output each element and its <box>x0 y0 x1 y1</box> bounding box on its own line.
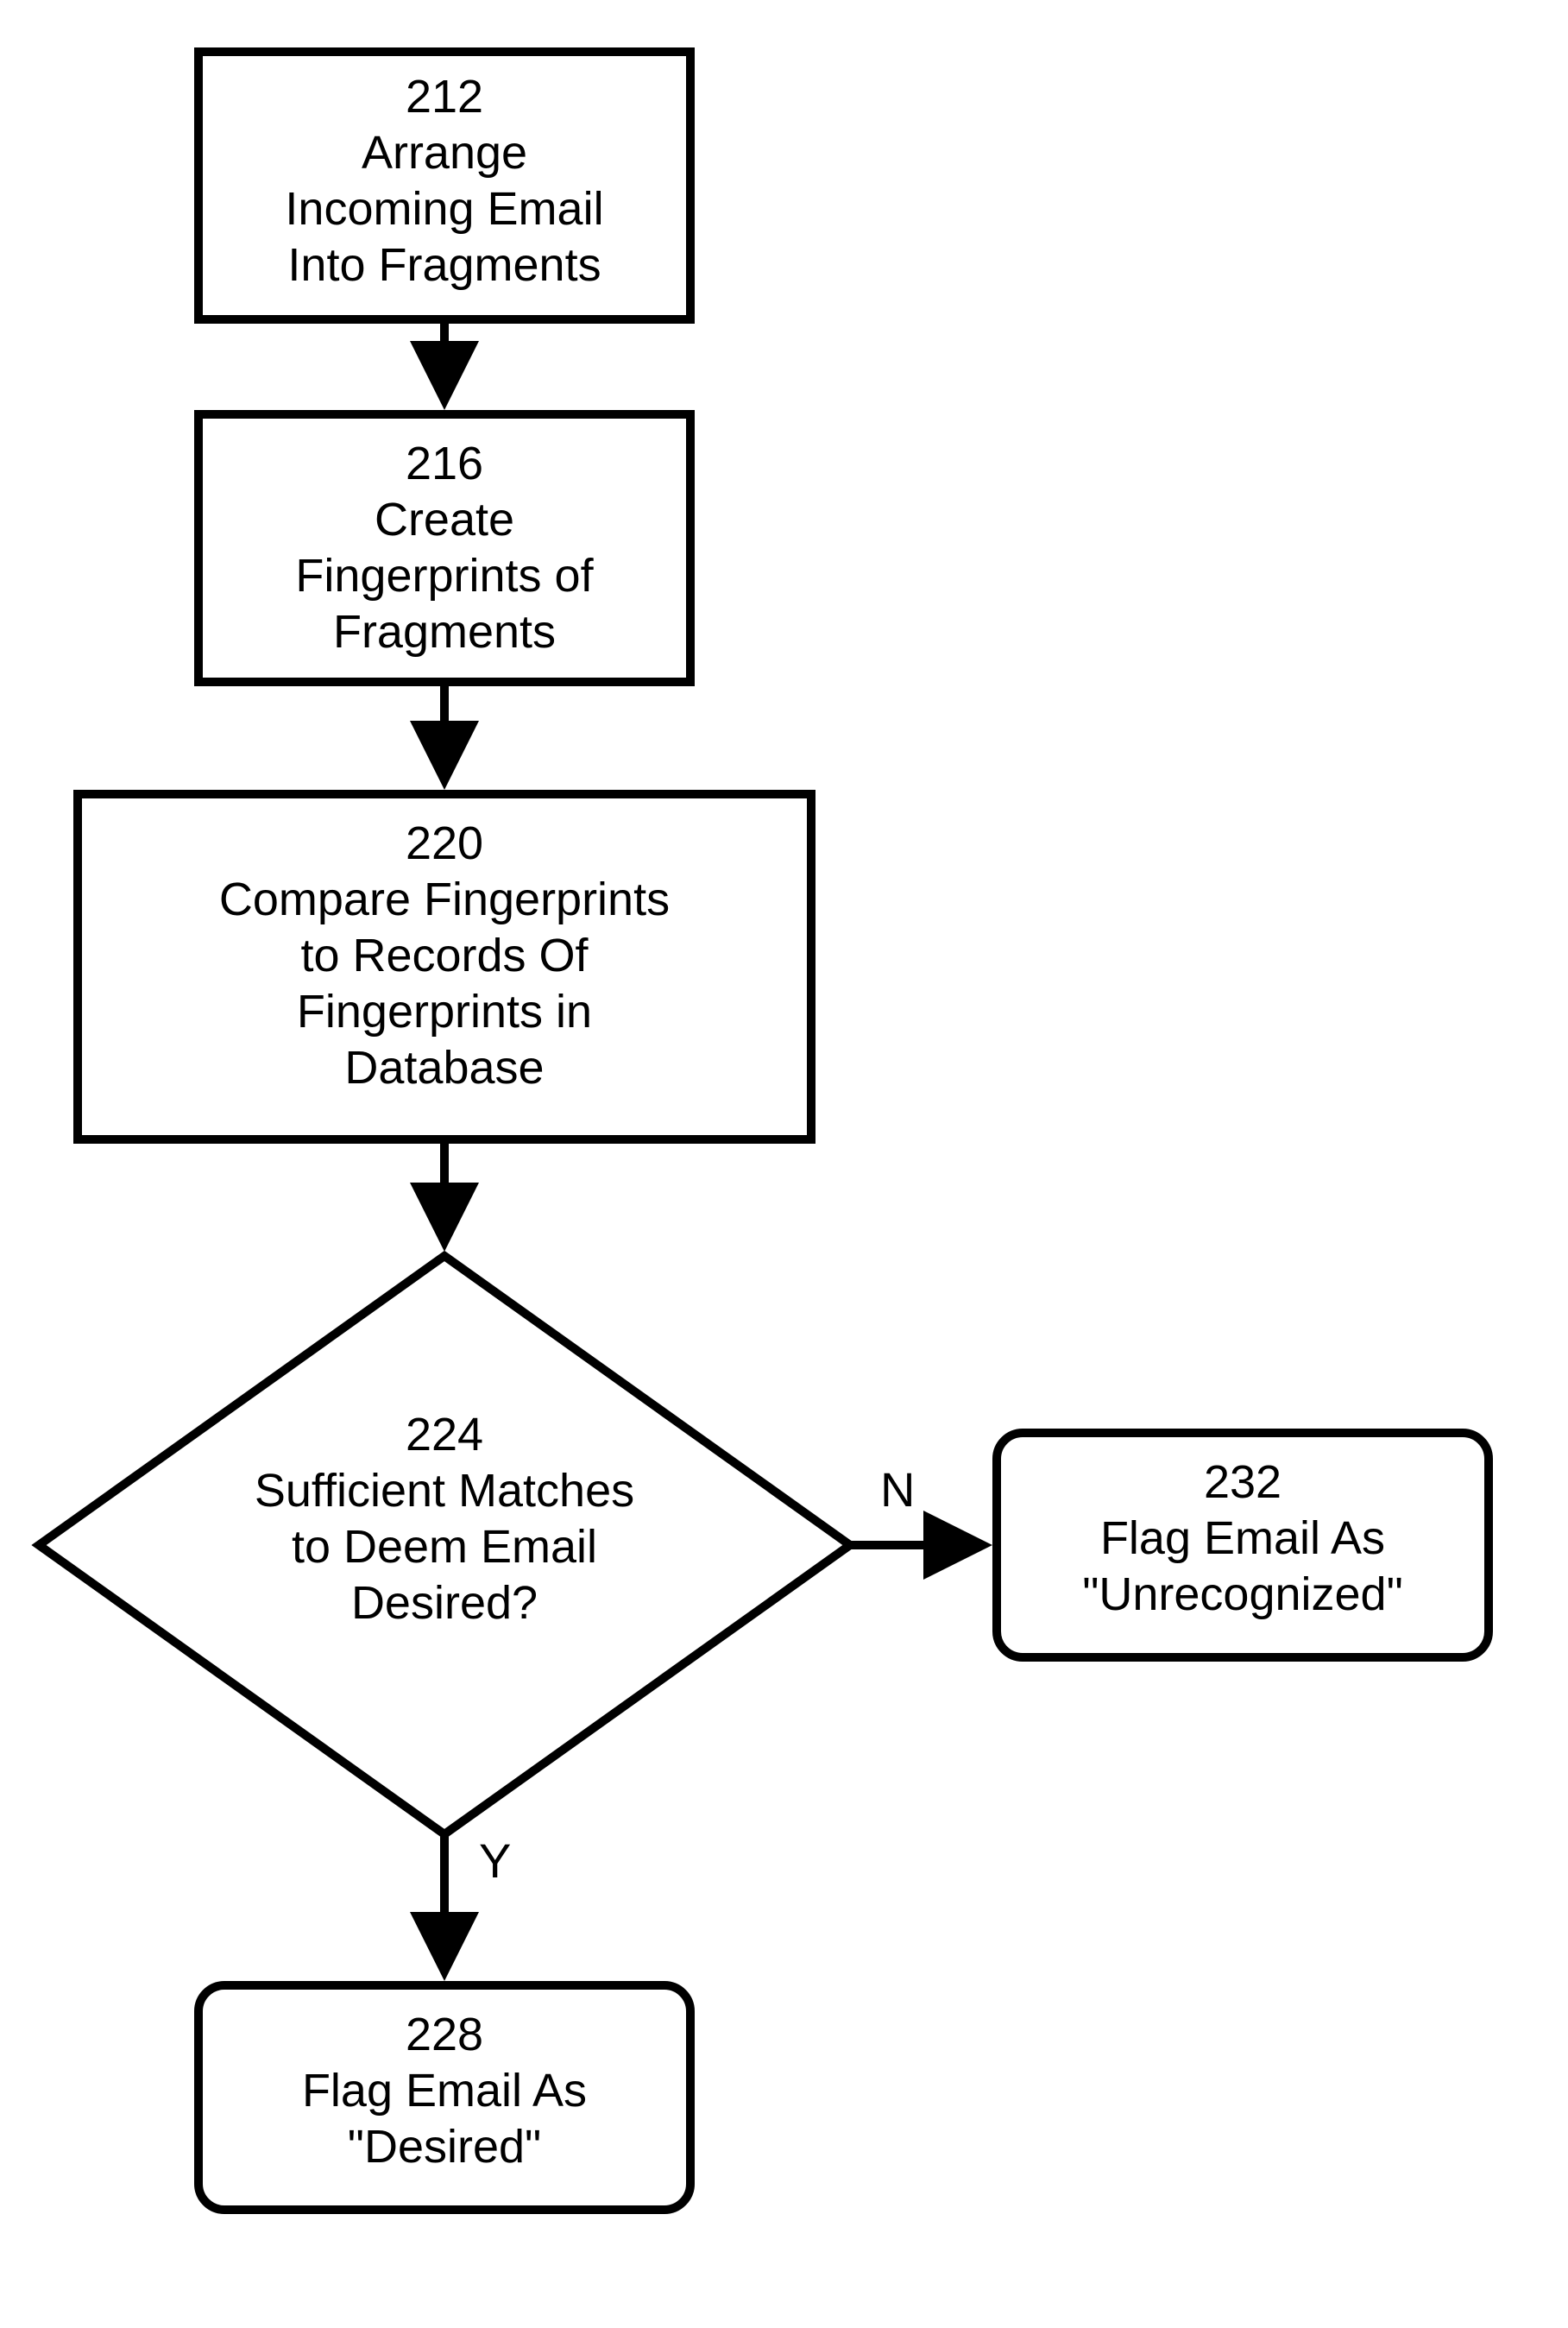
node-228-l1: Flag Email As <box>302 2065 587 2117</box>
node-216-num: 216 <box>406 438 483 489</box>
node-216: 216 Create Fingerprints of Fragments <box>198 414 690 682</box>
node-224-l1: Sufficient Matches <box>255 1465 634 1517</box>
edge-label-no: N <box>880 1462 915 1517</box>
node-232-num: 232 <box>1204 1456 1281 1508</box>
node-220-l3: Fingerprints in <box>297 986 592 1038</box>
node-220-l4: Database <box>344 1042 544 1094</box>
node-220-l1: Compare Fingerprints <box>219 874 670 925</box>
node-224-num: 224 <box>406 1409 483 1461</box>
node-216-l1: Create <box>375 494 514 546</box>
node-232: 232 Flag Email As "Unrecognized" <box>997 1433 1489 1657</box>
node-212-l1: Arrange <box>362 127 527 179</box>
node-212: 212 Arrange Incoming Email Into Fragment… <box>198 52 690 319</box>
node-220-num: 220 <box>406 817 483 869</box>
node-224-l2: to Deem Email <box>292 1521 597 1573</box>
node-228-l2: "Desired" <box>348 2121 541 2173</box>
node-220: 220 Compare Fingerprints to Records Of F… <box>78 794 811 1139</box>
edge-label-yes: Y <box>479 1833 511 1888</box>
node-232-l2: "Unrecognized" <box>1082 1568 1403 1620</box>
node-212-num: 212 <box>406 71 483 123</box>
node-228: 228 Flag Email As "Desired" <box>198 1985 690 2210</box>
node-212-l3: Into Fragments <box>287 239 601 291</box>
node-212-l2: Incoming Email <box>285 183 603 235</box>
node-224-l3: Desired? <box>351 1577 538 1629</box>
node-220-l2: to Records Of <box>300 930 589 981</box>
node-216-l3: Fragments <box>333 606 556 658</box>
node-232-l1: Flag Email As <box>1100 1512 1385 1564</box>
node-228-num: 228 <box>406 2009 483 2060</box>
node-216-l2: Fingerprints of <box>295 550 594 602</box>
node-224: 224 Sufficient Matches to Deem Email Des… <box>39 1256 850 1834</box>
